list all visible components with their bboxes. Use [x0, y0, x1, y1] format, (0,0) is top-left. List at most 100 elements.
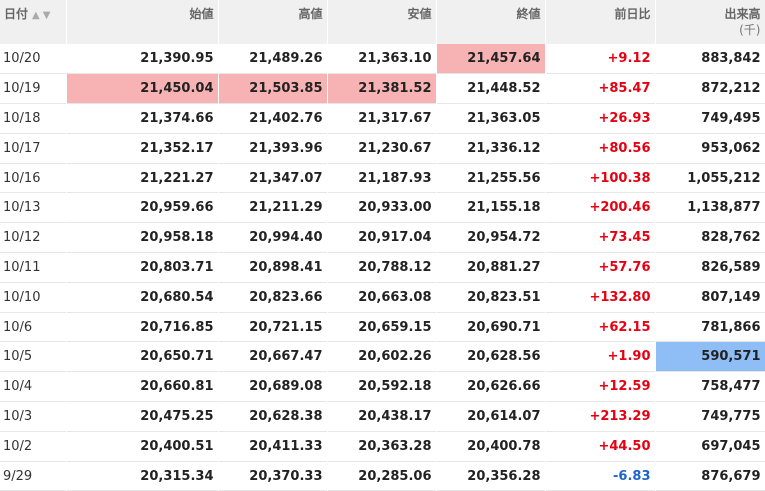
cell-close: 21,457.64 [436, 44, 546, 74]
cell-volume: 749,775 [655, 401, 765, 432]
cell-low: 20,917.04 [327, 222, 437, 253]
cell-close: 20,690.71 [436, 312, 546, 342]
cell-close: 21,155.18 [436, 192, 546, 223]
cell-change: +57.76 [545, 252, 656, 283]
header-low: 安値 [327, 0, 437, 44]
cell-open: 20,660.81 [66, 371, 219, 402]
cell-close: 21,363.05 [436, 103, 546, 134]
table-row: 10/4 20,660.81 20,689.08 20,592.18 20,626.66… [0, 371, 765, 402]
cell-volume: 697,045 [655, 431, 765, 462]
cell-change: +12.59 [545, 371, 656, 402]
cell-date: 10/19 [0, 73, 67, 104]
cell-close: 21,448.52 [436, 73, 546, 104]
cell-high: 20,667.47 [218, 341, 328, 372]
cell-close: 20,628.56 [436, 341, 546, 372]
cell-high: 20,411.33 [218, 431, 328, 462]
table-row: 10/13 20,959.66 21,211.29 20,933.00 21,155.1… [0, 192, 765, 223]
cell-change: +9.12 [545, 44, 656, 74]
cell-change: -6.83 [545, 461, 656, 491]
header-date[interactable]: 日付 ▲ ▼ [0, 0, 67, 44]
cell-high: 20,370.33 [218, 461, 328, 491]
cell-close: 20,881.27 [436, 252, 546, 283]
table-row: 10/12 20,958.18 20,994.40 20,917.04 20,954.7… [0, 222, 765, 253]
cell-volume: 758,477 [655, 371, 765, 402]
cell-change: +132.80 [545, 282, 656, 313]
cell-volume: 876,679 [655, 461, 765, 491]
cell-low: 20,788.12 [327, 252, 437, 283]
cell-date: 10/17 [0, 133, 67, 164]
header-volume-unit: (千) [739, 23, 761, 37]
cell-high: 20,823.66 [218, 282, 328, 313]
cell-open: 21,221.27 [66, 163, 219, 193]
header-close: 終値 [436, 0, 546, 44]
sort-arrows[interactable]: ▲ ▼ [32, 8, 53, 24]
cell-open: 20,958.18 [66, 222, 219, 253]
cell-open: 20,650.71 [66, 341, 219, 372]
cell-change: +1.90 [545, 341, 656, 372]
cell-volume: 807,149 [655, 282, 765, 313]
table-row: 10/19 21,450.04 21,503.85 21,381.52 21,448.5… [0, 73, 765, 104]
cell-low: 20,363.28 [327, 431, 437, 462]
cell-volume: 781,866 [655, 312, 765, 342]
cell-volume: 749,495 [655, 103, 765, 134]
cell-volume: 872,212 [655, 73, 765, 104]
cell-open: 20,475.25 [66, 401, 219, 432]
cell-high: 20,898.41 [218, 252, 328, 283]
cell-volume: 828,762 [655, 222, 765, 253]
cell-high: 21,393.96 [218, 133, 328, 164]
cell-close: 21,255.56 [436, 163, 546, 193]
cell-low: 21,230.67 [327, 133, 437, 164]
cell-open: 20,315.34 [66, 461, 219, 491]
cell-date: 10/20 [0, 44, 67, 74]
cell-high: 21,503.85 [218, 73, 328, 104]
cell-close: 20,614.07 [436, 401, 546, 432]
cell-change: +200.46 [545, 192, 656, 223]
cell-volume: 1,138,877 [655, 192, 765, 223]
cell-open: 20,803.71 [66, 252, 219, 283]
cell-change: +73.45 [545, 222, 656, 253]
cell-high: 20,721.15 [218, 312, 328, 342]
cell-open: 20,680.54 [66, 282, 219, 313]
sort-desc-icon[interactable]: ▼ [43, 10, 51, 21]
cell-change: +26.93 [545, 103, 656, 134]
cell-low: 20,592.18 [327, 371, 437, 402]
cell-date: 10/16 [0, 163, 67, 193]
header-volume-label: 出来高 [724, 7, 761, 21]
cell-date: 10/6 [0, 312, 67, 342]
cell-open: 20,959.66 [66, 192, 219, 223]
cell-low: 20,285.06 [327, 461, 437, 491]
table-row: 10/11 20,803.71 20,898.41 20,788.12 20,881.2… [0, 252, 765, 283]
cell-date: 10/11 [0, 252, 67, 283]
table-row: 10/20 21,390.95 21,489.26 21,363.10 21,457.6… [0, 44, 765, 74]
cell-low: 21,317.67 [327, 103, 437, 134]
cell-low: 20,438.17 [327, 401, 437, 432]
cell-open: 21,450.04 [66, 73, 219, 104]
cell-volume: 826,589 [655, 252, 765, 283]
header-open: 始値 [66, 0, 219, 44]
cell-low: 21,381.52 [327, 73, 437, 104]
cell-high: 21,347.07 [218, 163, 328, 193]
header-high: 高値 [218, 0, 328, 44]
cell-close: 20,400.78 [436, 431, 546, 462]
cell-high: 21,489.26 [218, 44, 328, 74]
cell-change: +62.15 [545, 312, 656, 342]
cell-low: 20,933.00 [327, 192, 437, 223]
cell-close: 20,823.51 [436, 282, 546, 313]
cell-high: 21,211.29 [218, 192, 328, 223]
sort-asc-icon[interactable]: ▲ [32, 10, 40, 21]
header-change: 前日比 [545, 0, 656, 44]
cell-open: 21,352.17 [66, 133, 219, 164]
cell-date: 10/10 [0, 282, 67, 313]
cell-date: 10/18 [0, 103, 67, 134]
cell-high: 20,994.40 [218, 222, 328, 253]
cell-change: +213.29 [545, 401, 656, 432]
cell-date: 10/2 [0, 431, 67, 462]
cell-low: 21,363.10 [327, 44, 437, 74]
cell-close: 20,626.66 [436, 371, 546, 402]
cell-date: 10/12 [0, 222, 67, 253]
cell-volume: 1,055,212 [655, 163, 765, 193]
cell-open: 21,374.66 [66, 103, 219, 134]
cell-high: 21,402.76 [218, 103, 328, 134]
table-row: 10/2 20,400.51 20,411.33 20,363.28 20,400.78… [0, 431, 765, 462]
price-history-table: 日付 ▲ ▼ 始値 高値 安値 終値 前日比 出来高 (千) 10/20 21,390… [0, 0, 765, 491]
